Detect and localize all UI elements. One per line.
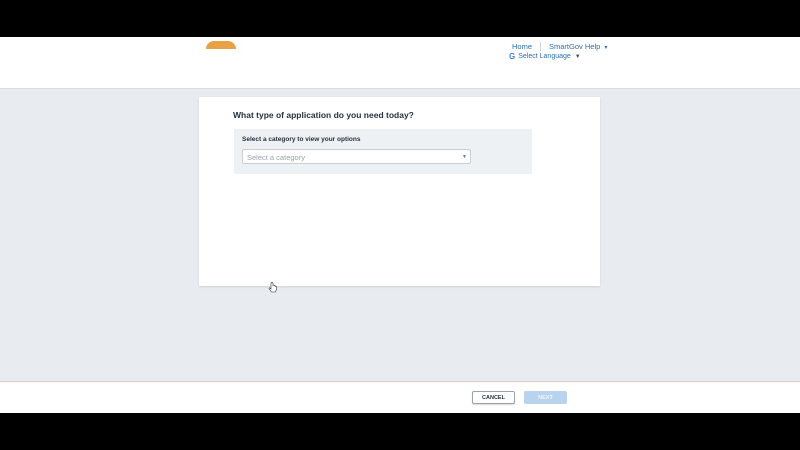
chevron-down-icon: ▼ [462, 154, 467, 160]
site-header [0, 37, 800, 89]
nav-divider [540, 41, 542, 51]
application-card [199, 97, 600, 286]
hand-cursor-icon [268, 282, 277, 293]
smartgov-help-label: SmartGov Help [549, 41, 601, 51]
language-selector[interactable]: G Select Language ▼ [509, 51, 581, 62]
site-logo[interactable] [206, 41, 236, 49]
page-title: What type of application do you need tod… [233, 110, 414, 120]
letterbox-bottom [0, 413, 800, 450]
chevron-down-icon: ▾ [604, 44, 608, 51]
category-select-placeholder: Select a category [247, 153, 305, 162]
chevron-down-icon: ▼ [574, 53, 581, 60]
language-label: Select Language [518, 53, 571, 60]
category-label: Select a category to view your options [242, 136, 361, 143]
cancel-button[interactable]: CANCEL [472, 391, 515, 404]
smartgov-help-menu[interactable]: SmartGov Help ▾ [549, 42, 607, 51]
category-select[interactable]: Select a category ▼ [242, 149, 471, 164]
next-button[interactable]: NEXT [524, 391, 567, 404]
letterbox-top [0, 0, 800, 37]
footer-bar [0, 381, 800, 414]
home-link[interactable]: Home [512, 42, 532, 51]
google-icon: G [509, 52, 516, 61]
